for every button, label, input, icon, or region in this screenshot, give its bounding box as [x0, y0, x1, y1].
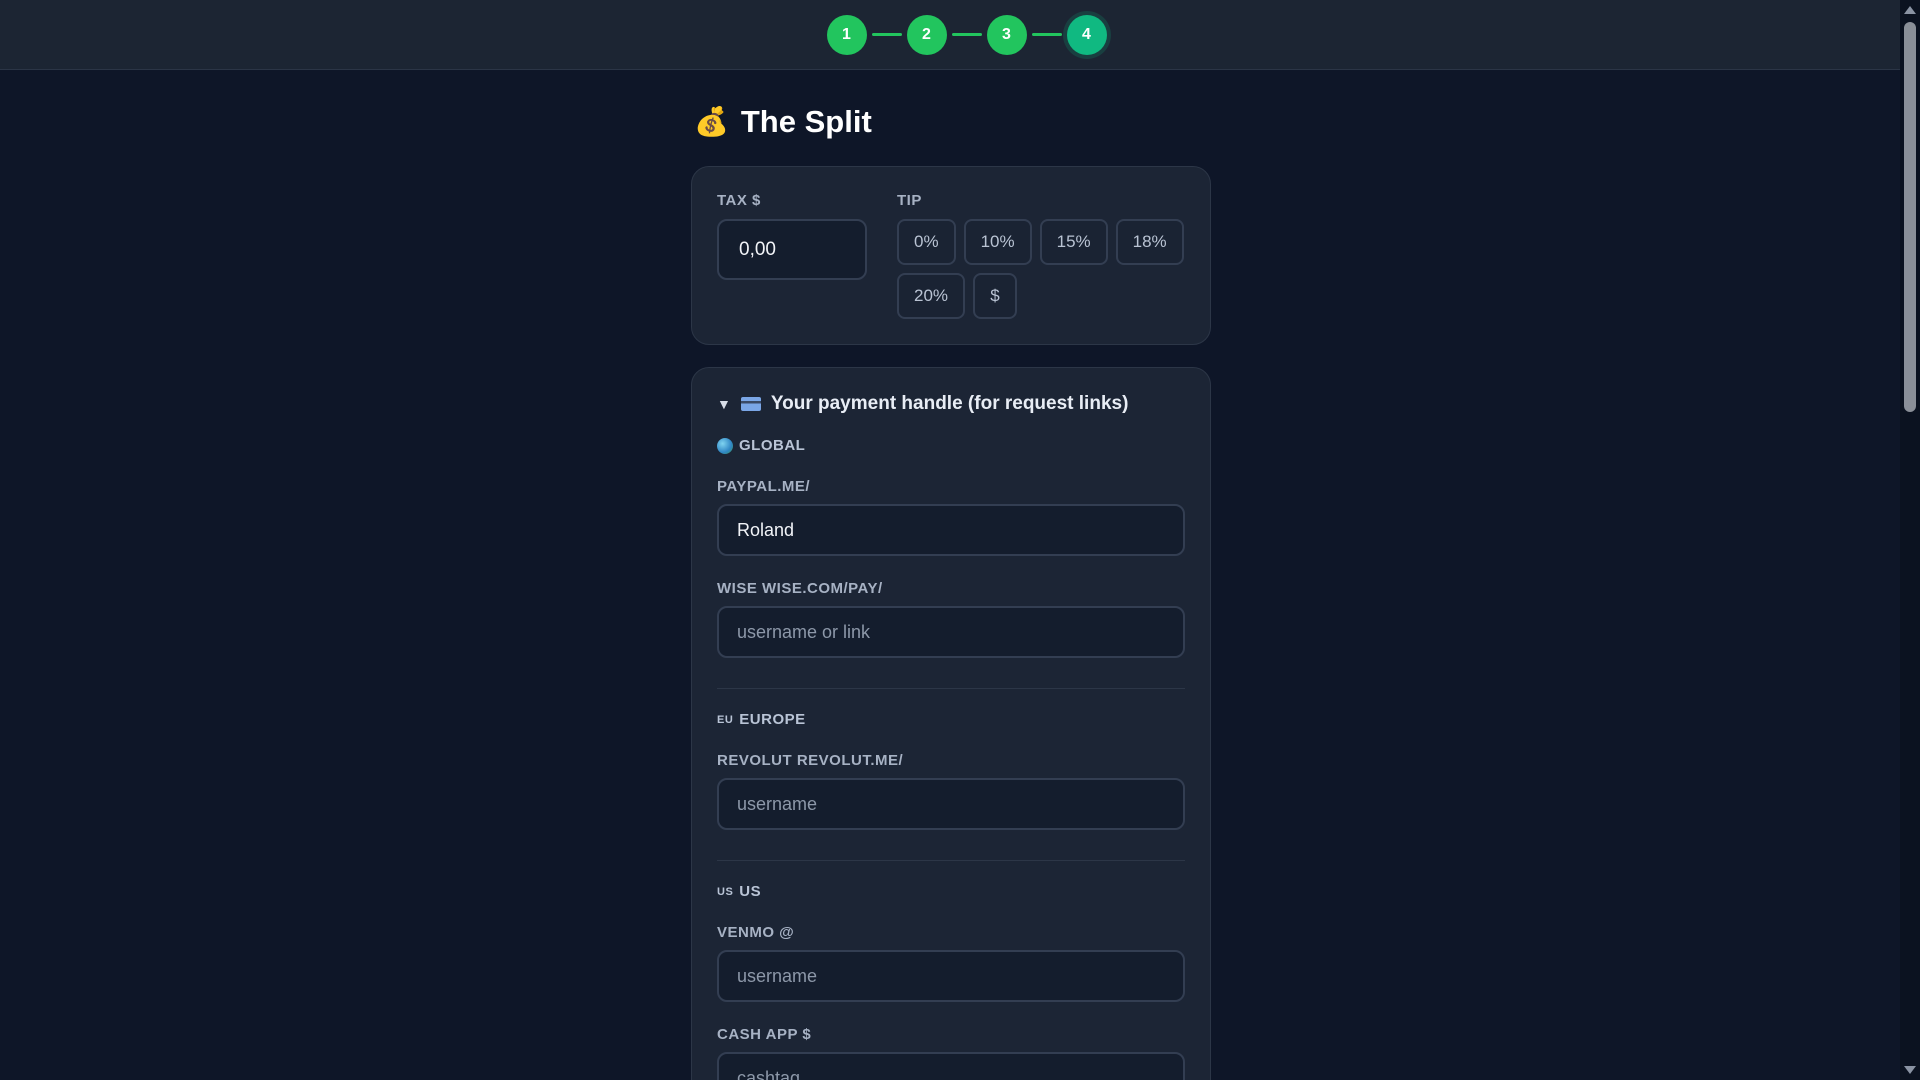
tip-custom-amount-button[interactable]: $	[973, 273, 1018, 319]
eu-flag-icon: EU	[717, 713, 734, 726]
scrollbar-thumb[interactable]	[1904, 22, 1916, 412]
progress-header: 1 2 3 4	[0, 0, 1900, 70]
step-connector	[951, 33, 982, 36]
wise-input[interactable]	[717, 606, 1185, 658]
region-name: GLOBAL	[739, 437, 806, 454]
step-3[interactable]: 3	[986, 14, 1027, 55]
paypal-input[interactable]	[717, 504, 1185, 556]
step-1[interactable]: 1	[826, 14, 867, 55]
step-connector	[871, 33, 902, 36]
payment-handle-toggle[interactable]: ▼ Your payment handle (for request links…	[717, 393, 1185, 415]
vertical-scrollbar[interactable]	[1900, 0, 1920, 1080]
tip-label: TIP	[897, 192, 922, 209]
cash-app-input[interactable]	[717, 1052, 1185, 1080]
tip-18-button[interactable]: 18%	[1115, 219, 1184, 265]
caret-down-icon: ▼	[717, 396, 731, 412]
tax-input[interactable]	[717, 219, 867, 280]
paypal-label: PAYPAL.ME/	[717, 478, 811, 495]
divider	[717, 860, 1185, 861]
page-title-text: The Split	[740, 104, 872, 139]
step-2[interactable]: 2	[906, 14, 947, 55]
tip-options: 0% 10% 15% 18% 20% $	[897, 219, 1187, 319]
payment-handle-title: Your payment handle (for request links)	[770, 393, 1129, 414]
divider	[717, 688, 1185, 689]
region-europe: EU EUROPE	[717, 711, 1185, 728]
tax-tip-card: TAX $ TIP 0% 10% 15% 18% 20% $	[691, 166, 1211, 345]
main-content: 💰 The Split TAX $ TIP 0% 10% 15% 18% 20%…	[691, 100, 1211, 1080]
cash-app-label: CASH APP $	[717, 1026, 812, 1043]
region-global: GLOBAL	[717, 437, 1185, 454]
step-4[interactable]: 4	[1066, 14, 1107, 55]
scroll-up-arrow-icon[interactable]	[1904, 6, 1916, 14]
venmo-input[interactable]	[717, 950, 1185, 1002]
us-flag-icon: US	[717, 885, 734, 898]
scroll-down-arrow-icon[interactable]	[1904, 1066, 1916, 1074]
tip-10-button[interactable]: 10%	[963, 219, 1032, 265]
tip-20-button[interactable]: 20%	[897, 273, 966, 319]
region-name: US	[739, 883, 762, 900]
money-bag-icon: 💰	[694, 106, 729, 137]
revolut-input[interactable]	[717, 778, 1185, 830]
revolut-label: REVOLUT REVOLUT.ME/	[717, 752, 904, 769]
tax-section: TAX $	[717, 192, 867, 319]
globe-icon	[717, 437, 733, 454]
region-us: US US	[717, 883, 1185, 900]
credit-card-icon	[740, 397, 761, 411]
tip-section: TIP 0% 10% 15% 18% 20% $	[897, 192, 1187, 319]
step-connector	[1031, 33, 1062, 36]
stepper: 1 2 3 4	[826, 14, 1107, 55]
wise-label: WISE WISE.COM/PAY/	[717, 580, 883, 597]
page-title: 💰 The Split	[694, 100, 1211, 144]
tax-label: TAX $	[717, 192, 761, 209]
tip-15-button[interactable]: 15%	[1039, 219, 1108, 265]
tip-0-button[interactable]: 0%	[897, 219, 956, 265]
venmo-label: VENMO @	[717, 924, 795, 941]
region-name: EUROPE	[739, 711, 806, 728]
payment-handle-card: ▼ Your payment handle (for request links…	[691, 367, 1211, 1080]
